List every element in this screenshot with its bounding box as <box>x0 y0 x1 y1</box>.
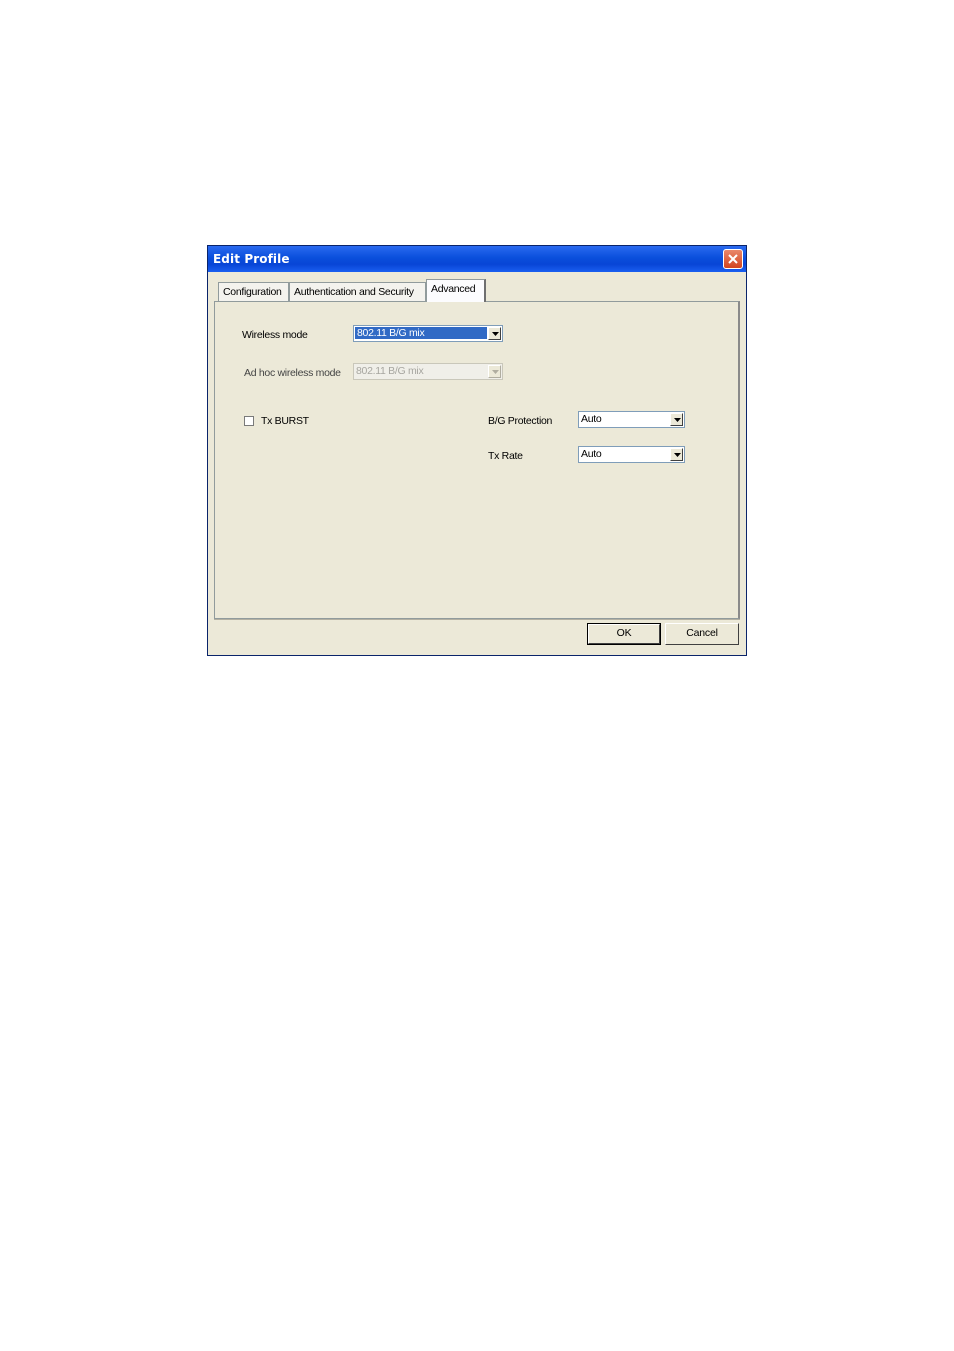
tx-burst-label: Tx BURST <box>261 415 309 427</box>
ok-button[interactable]: OK <box>587 623 661 645</box>
tx-rate-select[interactable]: Auto <box>578 446 685 463</box>
wireless-mode-value: 802.11 B/G mix <box>355 327 487 339</box>
close-button[interactable] <box>723 249 743 269</box>
tab-authentication-and-security[interactable]: Authentication and Security <box>289 282 426 301</box>
chevron-down-icon[interactable] <box>670 448 683 461</box>
wireless-mode-label: Wireless mode <box>242 329 308 341</box>
adhoc-mode-value: 802.11 B/G mix <box>356 365 424 377</box>
tx-burst-checkbox[interactable] <box>244 416 254 426</box>
dialog-title: Edit Profile <box>213 252 290 266</box>
edit-profile-dialog: Edit Profile Configuration Authenticatio… <box>207 245 747 656</box>
close-icon <box>728 254 738 264</box>
tab-configuration[interactable]: Configuration <box>218 282 289 301</box>
footer-divider <box>214 619 740 620</box>
tx-rate-value: Auto <box>581 448 602 460</box>
wireless-mode-select[interactable]: 802.11 B/G mix <box>353 325 503 342</box>
title-bar[interactable]: Edit Profile <box>208 246 746 272</box>
bg-protection-select[interactable]: Auto <box>578 411 685 428</box>
adhoc-mode-select: 802.11 B/G mix <box>353 363 503 380</box>
bg-protection-label: B/G Protection <box>488 415 553 427</box>
tab-label: Authentication and Security <box>294 286 414 298</box>
cancel-button[interactable]: Cancel <box>665 623 739 645</box>
chevron-down-icon <box>488 365 501 378</box>
tab-advanced[interactable]: Advanced <box>426 279 486 302</box>
adhoc-mode-label: Ad hoc wireless mode <box>244 367 341 379</box>
tx-rate-label: Tx Rate <box>488 450 523 462</box>
chevron-down-icon[interactable] <box>488 327 501 340</box>
tab-label: Configuration <box>223 286 282 298</box>
tab-label: Advanced <box>431 283 476 295</box>
advanced-panel: Wireless mode 802.11 B/G mix Ad hoc wire… <box>214 301 740 619</box>
chevron-down-icon[interactable] <box>670 413 683 426</box>
bg-protection-value: Auto <box>581 413 602 425</box>
